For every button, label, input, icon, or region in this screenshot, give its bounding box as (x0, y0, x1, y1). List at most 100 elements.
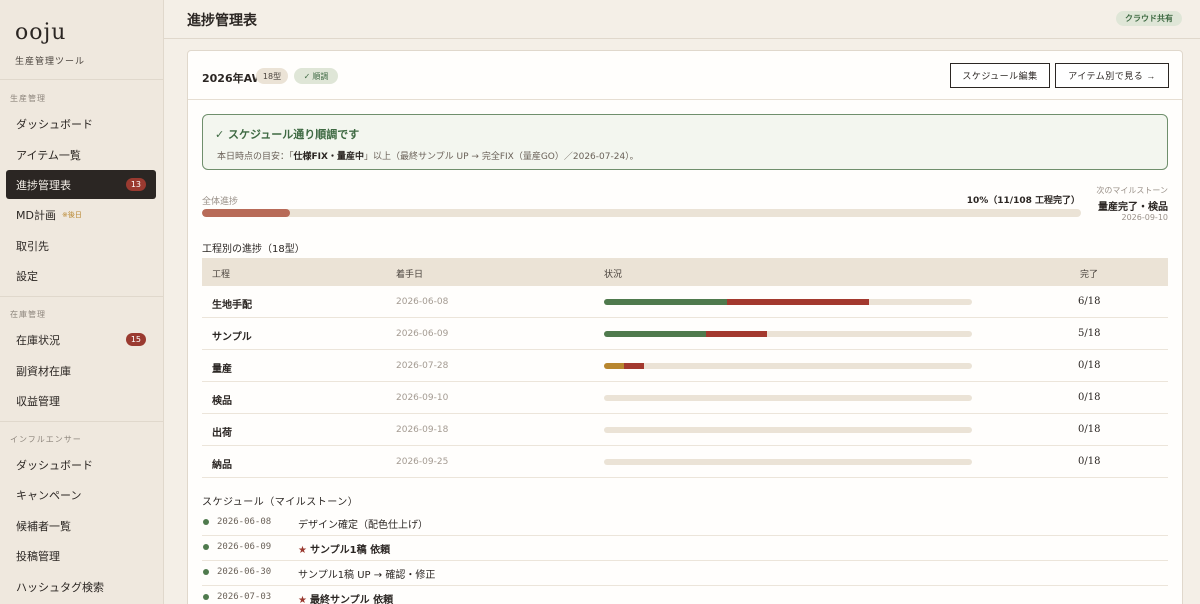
column-header: 状況 (604, 270, 623, 280)
schedule-item: 2026-06-08 デザイン確定（配色仕上げ） (202, 511, 1168, 536)
overall-progress-label: 全体進捗 (202, 197, 239, 207)
status-chip-label: 順調 (312, 71, 329, 81)
start-date: 2026-07-28 (396, 361, 449, 371)
start-date: 2026-09-10 (396, 393, 449, 403)
process-name: 生地手配 (212, 300, 252, 311)
sidebar-item-label: MD計画 (16, 208, 56, 222)
overall-progress-value: 10%（11/108 工程完了） (966, 196, 1080, 206)
sidebar-item-posts[interactable]: 投稿管理 (6, 541, 156, 570)
sidebar-item-label: 投稿管理 (16, 549, 60, 563)
sidebar-item-label: 副資材在庫 (16, 364, 71, 378)
divider (188, 99, 1182, 100)
table-row[interactable]: 生地手配 2026-06-08 6/18 (202, 286, 1168, 318)
next-milestone-label: 次のマイルストーン (1096, 186, 1168, 195)
sidebar-item-dashboard[interactable]: ダッシュボード (6, 109, 156, 138)
later-note: ※後日 (61, 210, 82, 219)
dot-icon (203, 569, 209, 575)
next-milestone-date: 2026-09-10 (1121, 213, 1169, 222)
schedule-text: サンプル1稿 UP → 確認・修正 (298, 566, 435, 581)
sidebar-item-campaigns[interactable]: キャンペーン (6, 480, 156, 509)
table-row[interactable]: 出荷 2026-09-18 0/18 (202, 414, 1168, 446)
schedule-title: スケジュール（マイルストーン） (202, 497, 359, 508)
star-icon: ★ (298, 545, 307, 556)
column-header: 完了 (1080, 270, 1099, 280)
dot-icon (203, 594, 209, 600)
edit-schedule-button[interactable]: スケジュール編集 (950, 63, 1050, 88)
table-row[interactable]: 検品 2026-09-10 0/18 (202, 382, 1168, 414)
schedule-text: ★ 最終サンプル 依頼 (298, 591, 393, 604)
sidebar-item-suppliers[interactable]: 取引先 (6, 231, 156, 260)
status-segment (706, 331, 768, 337)
sidebar-item-items[interactable]: アイテム一覧 (6, 140, 156, 169)
star-icon: ★ (298, 595, 307, 604)
completed-count: 0/18 (1078, 360, 1101, 371)
next-milestone-name: 量産完了・検品 (1098, 202, 1168, 213)
style-count-chip: 18型 (256, 68, 288, 84)
schedule-text-label: サンプル1稿 依頼 (309, 545, 391, 556)
sidebar-item-candidates[interactable]: 候補者一覧 (6, 511, 156, 540)
schedule-date: 2026-06-30 (217, 567, 272, 577)
sidebar-item-label: アイテム一覧 (16, 148, 81, 162)
sidebar-item-progress[interactable]: 進捗管理表 13 (6, 170, 156, 199)
sidebar-item-label: 候補者一覧 (16, 519, 71, 533)
section-heading-production: 生産管理 (10, 94, 46, 103)
start-date: 2026-06-09 (396, 329, 449, 339)
count-badge: 13 (125, 178, 146, 191)
alert-body-prefix: 本日時点の目安：「 (217, 152, 294, 162)
sidebar-item-sub-materials[interactable]: 副資材在庫 (6, 356, 156, 385)
status-bar (604, 363, 972, 369)
completed-count: 0/18 (1078, 424, 1101, 435)
table-row[interactable]: 量産 2026-07-28 0/18 (202, 350, 1168, 382)
view-by-item-button[interactable]: アイテム別で見る → (1055, 63, 1169, 88)
alert-body-suffix: 」以上（最終サンプル UP → 完全FIX（量産GO）／2026-07-24）。 (363, 152, 639, 162)
sidebar-item-label: ダッシュボード (16, 458, 93, 472)
sidebar: ooju 生産管理ツール 生産管理 ダッシュボード アイテム一覧 進捗管理表 1… (0, 0, 164, 604)
app-subtitle: 生産管理ツール (15, 57, 86, 67)
schedule-text: ★ サンプル1稿 依頼 (298, 541, 390, 556)
schedule-item: 2026-07-03 ★ 最終サンプル 依頼 (202, 586, 1168, 604)
section-heading-inventory: 在庫管理 (10, 310, 46, 319)
process-name: 量産 (212, 364, 232, 375)
schedule-item: 2026-06-09 ★ サンプル1稿 依頼 (202, 536, 1168, 561)
sidebar-item-stock[interactable]: 在庫状況 15 (6, 325, 156, 354)
schedule-text-label: 最終サンプル 依頼 (309, 595, 394, 604)
sidebar-item-label: ハッシュタグ検索 (16, 580, 104, 594)
sidebar-item-label: 取引先 (16, 239, 49, 253)
sidebar-item-md-plan[interactable]: MD計画 ※後日 (6, 200, 156, 229)
schedule-item: 2026-06-30 サンプル1稿 UP → 確認・修正 (202, 561, 1168, 586)
divider (0, 421, 163, 422)
completed-count: 6/18 (1078, 296, 1101, 307)
status-segment (727, 299, 869, 305)
column-header: 工程 (212, 270, 231, 280)
schedule-text: デザイン確定（配色仕上げ） (298, 516, 428, 531)
status-segment (604, 331, 707, 337)
sidebar-item-hashtag-search[interactable]: ハッシュタグ検索 (6, 572, 156, 601)
process-name: 出荷 (212, 428, 232, 439)
alert-title: ✓ スケジュール通り順調です (215, 126, 359, 142)
completed-count: 0/18 (1078, 456, 1101, 467)
sidebar-item-revenue[interactable]: 収益管理 (6, 386, 156, 415)
dot-icon (203, 519, 209, 525)
start-date: 2026-09-18 (396, 425, 449, 435)
sidebar-item-settings[interactable]: 設定 (6, 261, 156, 290)
sidebar-item-label: キャンペーン (16, 488, 82, 502)
season-label: 2026年AW (202, 72, 264, 85)
table-row[interactable]: サンプル 2026-06-09 5/18 (202, 318, 1168, 350)
start-date: 2026-09-25 (396, 457, 449, 467)
sidebar-item-label: 設定 (16, 269, 38, 283)
sidebar-item-label: ダッシュボード (16, 117, 93, 131)
dot-icon (203, 544, 209, 550)
divider (0, 296, 163, 297)
table-row[interactable]: 納品 2026-09-25 0/18 (202, 446, 1168, 478)
sidebar-item-influencer-dashboard[interactable]: ダッシュボード (6, 450, 156, 479)
schedule-date: 2026-06-08 (217, 517, 272, 527)
cloud-share-badge[interactable]: クラウド共有 (1116, 11, 1182, 26)
process-table-title: 工程別の進捗（18型） (202, 244, 305, 255)
app-logo[interactable]: ooju (15, 20, 66, 45)
status-segment (604, 363, 625, 369)
sidebar-item-label: 進捗管理表 (16, 178, 71, 192)
divider (0, 79, 163, 80)
alert-title-text: スケジュール通り順調です (228, 128, 360, 141)
alert-body: 本日時点の目安：「仕様FIX・量産中」以上（最終サンプル UP → 完全FIX（… (217, 149, 639, 162)
status-segment (604, 299, 728, 305)
